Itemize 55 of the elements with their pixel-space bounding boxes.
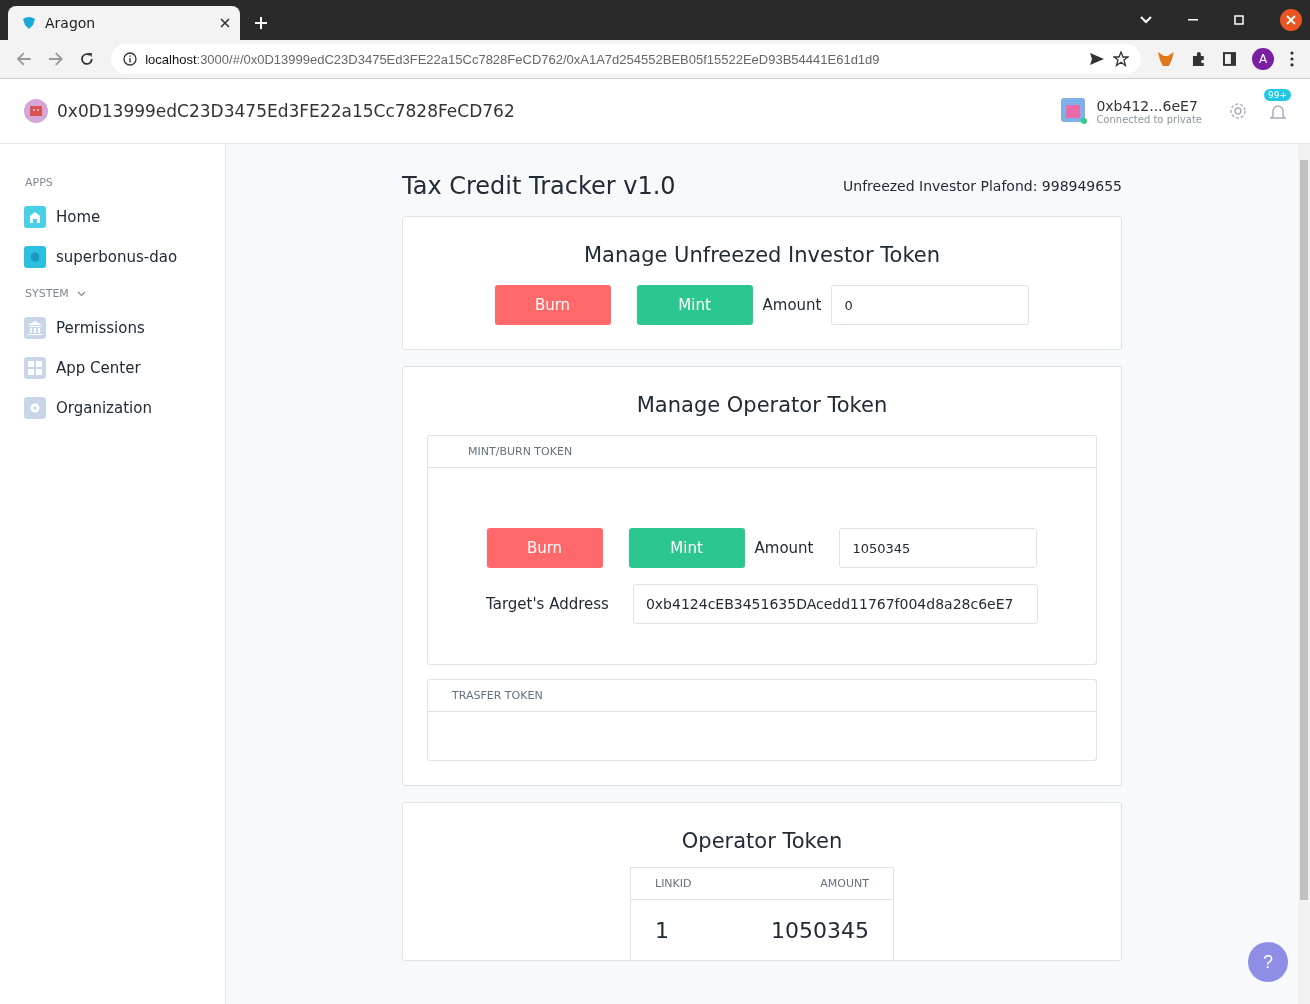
browser-tab[interactable]: Aragon xyxy=(8,6,240,40)
scrollbar-thumb[interactable] xyxy=(1300,160,1308,900)
page-title: Tax Credit Tracker v1.0 xyxy=(402,172,676,200)
column-header: LINKID xyxy=(655,877,692,890)
maximize-icon[interactable] xyxy=(1234,15,1244,25)
section-heading: SYSTEM xyxy=(25,287,69,300)
menu-icon[interactable] xyxy=(1290,51,1294,67)
settings-icon xyxy=(24,397,46,419)
amount-label: Amount xyxy=(762,296,822,314)
close-icon[interactable] xyxy=(220,18,230,28)
sidebar-item[interactable]: Permissions xyxy=(24,308,225,348)
new-tab-icon[interactable] xyxy=(254,16,268,30)
address-field[interactable]: localhost:3000/#/0x0D13999edC23D3475Ed3FE22a15Cc7828FeCD762/0xA1A7d254552BEB05f15522EeD93B54441E61d1d9 xyxy=(111,44,1142,74)
card-title: Manage Unfreezed Investor Token xyxy=(582,243,942,267)
home-icon xyxy=(24,206,46,228)
sidebar-item[interactable]: superbonus-dao xyxy=(24,237,225,277)
table-cell: 1050345 xyxy=(771,917,869,943)
card-title: Operator Token xyxy=(680,829,844,853)
sidebar-item[interactable]: Home xyxy=(24,197,225,237)
card-title: Manage Operator Token xyxy=(635,393,889,417)
side-panel-icon[interactable] xyxy=(1222,52,1237,66)
send-icon[interactable] xyxy=(1089,52,1106,66)
back-icon[interactable] xyxy=(16,51,32,67)
org-avatar-icon[interactable] xyxy=(24,99,48,123)
sidebar-item[interactable]: Organization xyxy=(24,388,225,428)
forward-icon[interactable] xyxy=(47,51,64,67)
amount-label: Amount xyxy=(754,539,814,557)
panel-heading: TRASFER TOKEN xyxy=(451,689,543,702)
cube-icon xyxy=(24,246,46,268)
target-address-label: Target's Address xyxy=(486,595,609,613)
star-icon[interactable] xyxy=(1113,51,1130,67)
close-icon[interactable] xyxy=(1280,9,1302,31)
amount-field[interactable]: 1050345 xyxy=(839,528,1038,568)
bank-icon xyxy=(24,317,46,339)
table-cell: 1 xyxy=(655,917,669,943)
column-header: AMOUNT xyxy=(820,877,869,890)
profile-avatar[interactable]: A xyxy=(1252,48,1275,70)
grid-icon xyxy=(24,357,46,379)
tab-title: Aragon xyxy=(45,15,97,31)
scrollbar[interactable] xyxy=(1298,144,1310,1004)
plafond-text: Unfreezed Investor Plafond: 998949655 xyxy=(843,178,1122,194)
amount-field[interactable]: 0 xyxy=(831,285,1030,325)
organization-address: 0x0D13999edC23D3475Ed3FE22a15Cc7828FeCD762 xyxy=(57,101,515,121)
puzzle-icon[interactable] xyxy=(1190,51,1207,67)
notification-badge: 99+ xyxy=(1264,89,1291,101)
sidebar-item[interactable]: App Center xyxy=(24,348,225,388)
account-address[interactable]: 0xb412...6eE7 xyxy=(1096,97,1202,114)
section-heading: APPS xyxy=(25,176,53,189)
network-status: Connected to private xyxy=(1096,113,1202,125)
minimize-icon[interactable] xyxy=(1188,19,1198,21)
panel-heading: MINT/BURN TOKEN xyxy=(467,445,573,458)
account-avatar-icon[interactable] xyxy=(1061,98,1088,124)
info-icon xyxy=(123,52,138,66)
reload-icon[interactable] xyxy=(79,51,96,67)
target-address-field[interactable]: 0xb4124cEB3451635DAcedd11767f004d8a28c6eE7 xyxy=(632,584,1038,624)
